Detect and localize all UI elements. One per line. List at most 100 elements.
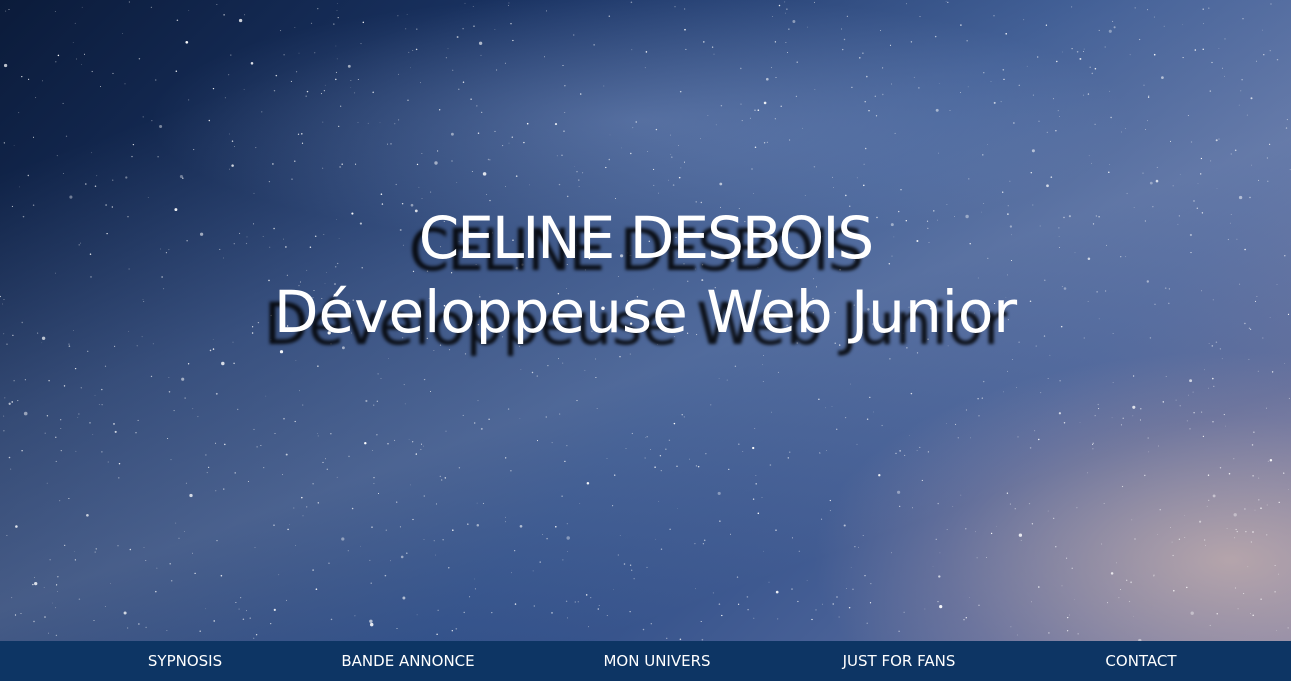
star: [1003, 391, 1004, 393]
star: [836, 428, 838, 430]
star: [510, 470, 512, 472]
nav-item-contact[interactable]: CONTACT: [1105, 641, 1176, 681]
star: [846, 588, 847, 589]
star: [185, 40, 189, 44]
star: [1283, 363, 1285, 364]
star: [455, 628, 458, 630]
star: [1063, 422, 1066, 424]
star: [1245, 531, 1247, 533]
star: [14, 614, 17, 616]
star: [336, 10, 338, 12]
star: [1159, 509, 1161, 511]
star: [231, 140, 234, 142]
star: [623, 563, 626, 565]
star: [273, 89, 276, 92]
star: [1224, 75, 1225, 77]
star: [1094, 415, 1096, 417]
star: [606, 614, 608, 617]
star: [452, 529, 454, 531]
star: [234, 146, 235, 147]
star: [1153, 53, 1156, 56]
star: [1208, 7, 1210, 9]
star: [19, 186, 20, 188]
star: [188, 99, 190, 101]
star: [192, 552, 193, 554]
star: [206, 472, 208, 474]
nav-item-bande-annonce[interactable]: BANDE ANNONCE: [341, 641, 474, 681]
star: [185, 482, 187, 484]
star: [434, 161, 438, 165]
star: [685, 48, 687, 50]
star: [418, 186, 420, 188]
star: [150, 6, 153, 9]
star: [1069, 614, 1070, 616]
star: [74, 551, 76, 552]
star: [546, 537, 548, 540]
star: [1062, 51, 1063, 53]
star: [488, 418, 490, 420]
star: [1208, 387, 1209, 389]
star: [445, 57, 447, 59]
star: [747, 608, 749, 611]
star: [576, 171, 578, 173]
star: [1129, 54, 1131, 56]
star: [514, 550, 516, 552]
star: [167, 438, 169, 439]
star: [749, 117, 751, 119]
star: [1247, 566, 1249, 568]
star: [377, 373, 379, 375]
star: [224, 443, 226, 446]
star: [44, 616, 46, 618]
star: [496, 69, 498, 71]
star: [960, 494, 962, 496]
star: [1216, 188, 1218, 189]
star: [1128, 600, 1131, 603]
star: [777, 371, 779, 373]
star: [1234, 587, 1237, 589]
star: [1179, 405, 1181, 407]
star: [646, 566, 648, 568]
star: [255, 634, 258, 636]
star: [1016, 387, 1017, 389]
star: [576, 400, 578, 402]
star: [946, 529, 948, 530]
star: [1178, 538, 1181, 540]
star: [1219, 467, 1222, 469]
star: [1257, 370, 1259, 372]
star: [253, 428, 255, 430]
nav-item-mon-univers[interactable]: MON UNIVERS: [603, 641, 710, 681]
star: [1163, 25, 1165, 27]
star: [189, 493, 193, 498]
star: [335, 71, 337, 73]
star: [505, 516, 506, 518]
star: [670, 134, 671, 136]
star: [480, 427, 483, 430]
nav-item-sypnosis[interactable]: SYPNOSIS: [148, 641, 222, 681]
star: [918, 87, 920, 89]
star: [294, 420, 296, 423]
star: [52, 602, 53, 604]
star: [494, 130, 496, 132]
star: [463, 611, 465, 614]
star: [370, 582, 372, 584]
star: [645, 51, 648, 53]
star: [221, 361, 225, 366]
star: [373, 404, 375, 406]
star: [302, 515, 304, 517]
star: [1038, 586, 1040, 588]
star: [48, 632, 49, 634]
star: [324, 84, 326, 86]
star: [207, 466, 210, 469]
star: [766, 141, 768, 143]
star: [963, 618, 965, 621]
star: [379, 122, 381, 124]
star: [806, 26, 808, 28]
star: [1107, 602, 1109, 604]
star: [1254, 509, 1256, 511]
star: [74, 367, 77, 370]
star: [763, 101, 767, 105]
nav-item-just-for-fans[interactable]: JUST FOR FANS: [843, 641, 956, 681]
star: [763, 550, 764, 552]
star: [305, 95, 307, 97]
star: [1212, 377, 1214, 380]
